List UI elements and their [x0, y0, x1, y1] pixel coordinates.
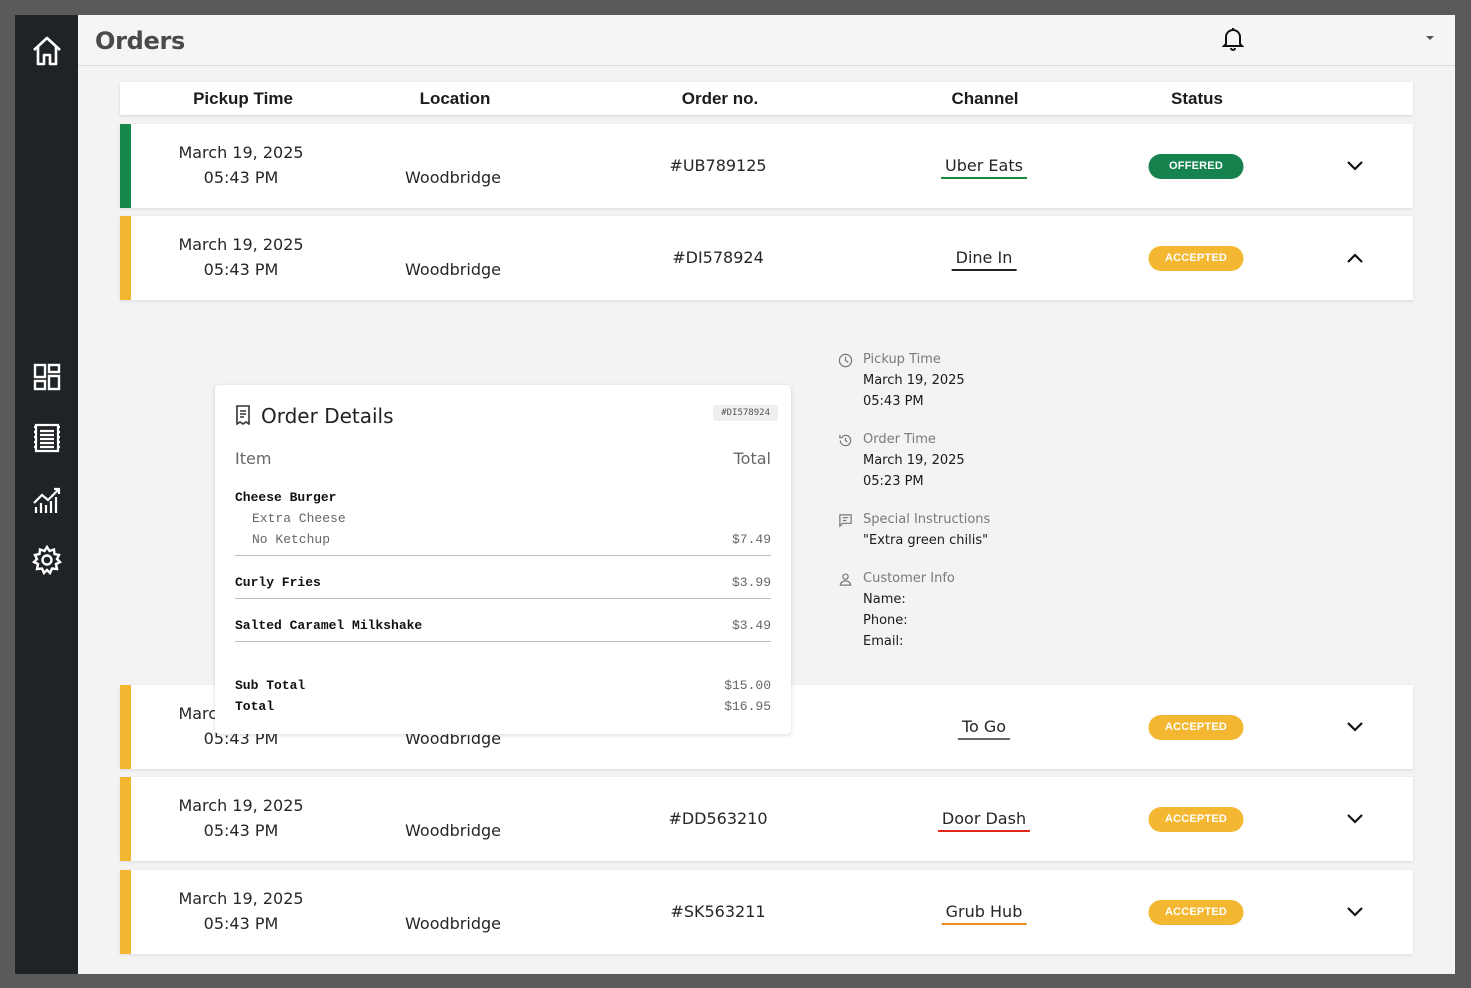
order-number: #DI578924 — [672, 248, 764, 267]
channel-link[interactable]: Grub Hub — [941, 902, 1027, 925]
order-row[interactable]: March 19, 2025 05:43 PM Woodbridge #UB78… — [120, 124, 1413, 208]
channel-link[interactable]: Uber Eats — [941, 156, 1027, 179]
status-color-bar — [120, 870, 131, 954]
order-number: #UB789125 — [669, 156, 767, 175]
settings-icon[interactable] — [31, 544, 63, 576]
bell-icon[interactable] — [1222, 27, 1244, 51]
divider — [235, 641, 771, 642]
top-bar: Orders — [78, 15, 1455, 66]
status-badge: ACCEPTED — [1148, 900, 1244, 925]
total-label: Total — [235, 699, 275, 714]
pickup-date: March 19, 2025 — [178, 796, 304, 815]
order-details-card: Order Details #DI578924 Item Total Chees… — [215, 385, 791, 734]
status-badge: ACCEPTED — [1148, 246, 1244, 271]
status-badge: OFFERED — [1148, 154, 1244, 179]
col-order-no[interactable]: Order no. — [682, 89, 759, 109]
line-item-price: $7.49 — [731, 532, 771, 547]
col-status[interactable]: Status — [1171, 89, 1223, 109]
person-icon — [839, 573, 852, 586]
pickup-time: 05:43 PM — [203, 821, 279, 840]
analytics-icon[interactable] — [31, 484, 63, 516]
order-number: #DD563210 — [668, 809, 768, 828]
location: Woodbridge — [405, 821, 501, 840]
home-icon[interactable] — [31, 35, 63, 67]
chevron-down-icon[interactable] — [1346, 160, 1364, 172]
app-window: Orders Pickup Time Location Order no. Ch… — [15, 15, 1455, 974]
info-value: "Extra green chilis" — [863, 533, 989, 548]
pickup-date: March 19, 2025 — [178, 235, 304, 254]
clock-icon — [838, 353, 853, 368]
info-value: 05:43 PM — [863, 394, 924, 409]
receipt-icon — [236, 405, 250, 425]
info-value: March 19, 2025 — [863, 373, 965, 388]
order-row[interactable]: March 19, 2025 05:43 PM Woodbridge #DD56… — [120, 777, 1413, 861]
pickup-date: March 19, 2025 — [178, 143, 304, 162]
order-number-tag: #DI578924 — [713, 405, 778, 421]
order-details-title: Order Details — [261, 404, 394, 428]
status-color-bar — [120, 124, 131, 208]
sidebar — [15, 15, 78, 974]
history-icon — [839, 434, 852, 447]
pickup-time: 05:43 PM — [203, 260, 279, 279]
customer-phone: Phone: — [863, 613, 908, 628]
line-item-name: Salted Caramel Milkshake — [235, 618, 423, 633]
order-number: #SK563211 — [670, 902, 766, 921]
pickup-time: 05:43 PM — [203, 914, 279, 933]
line-item-name: Curly Fries — [235, 575, 321, 590]
main-content: Orders Pickup Time Location Order no. Ch… — [78, 15, 1455, 974]
status-color-bar — [120, 777, 131, 861]
info-value: 05:23 PM — [863, 474, 924, 489]
item-column-header: Item — [235, 449, 272, 468]
chevron-down-icon[interactable] — [1346, 813, 1364, 825]
subtotal-label: Sub Total — [235, 678, 306, 693]
col-location[interactable]: Location — [420, 89, 491, 109]
info-label: Special Instructions — [863, 512, 991, 527]
orders-table: Pickup Time Location Order no. Channel S… — [120, 82, 1413, 954]
status-color-bar — [120, 685, 131, 769]
customer-name: Name: — [863, 592, 906, 607]
page-title: Orders — [95, 27, 186, 55]
line-item-price: $3.49 — [731, 618, 771, 633]
pickup-time: 05:43 PM — [203, 168, 279, 187]
location: Woodbridge — [405, 914, 501, 933]
info-label: Pickup Time — [863, 352, 941, 367]
channel-link[interactable]: Dine In — [951, 248, 1017, 271]
comment-icon — [839, 514, 852, 528]
table-header: Pickup Time Location Order no. Channel S… — [120, 82, 1413, 115]
account-menu-caret-icon[interactable] — [1424, 33, 1436, 43]
line-item-modifier: No Ketchup — [252, 532, 331, 547]
chevron-down-icon[interactable] — [1346, 721, 1364, 733]
info-label: Order Time — [863, 432, 936, 447]
pickup-date: March 19, 2025 — [178, 889, 304, 908]
line-item-price: $3.99 — [731, 575, 771, 590]
status-badge: ACCEPTED — [1148, 807, 1244, 832]
status-color-bar — [120, 216, 131, 300]
order-row[interactable]: March 19, 2025 05:43 PM Woodbridge #DI57… — [120, 216, 1413, 300]
total-value: $16.95 — [724, 699, 771, 714]
location: Woodbridge — [405, 260, 501, 279]
orders-icon[interactable] — [31, 422, 63, 454]
line-item-modifier: Extra Cheese — [252, 511, 346, 526]
subtotal-value: $15.00 — [724, 678, 771, 693]
divider — [235, 555, 771, 556]
channel-link[interactable]: To Go — [957, 717, 1011, 740]
status-badge: ACCEPTED — [1148, 715, 1244, 740]
col-channel[interactable]: Channel — [951, 89, 1018, 109]
dashboard-icon[interactable] — [31, 361, 63, 393]
info-label: Customer Info — [863, 571, 955, 586]
channel-link[interactable]: Door Dash — [937, 809, 1031, 832]
total-column-header: Total — [733, 449, 771, 468]
location: Woodbridge — [405, 168, 501, 187]
order-row[interactable]: March 19, 2025 05:43 PM Woodbridge #SK56… — [120, 870, 1413, 954]
chevron-down-icon[interactable] — [1346, 906, 1364, 918]
line-item-name: Cheese Burger — [235, 490, 337, 505]
chevron-up-icon[interactable] — [1346, 252, 1364, 264]
customer-email: Email: — [863, 634, 904, 649]
info-value: March 19, 2025 — [863, 453, 965, 468]
col-pickup-time[interactable]: Pickup Time — [193, 89, 293, 109]
divider — [235, 598, 771, 599]
